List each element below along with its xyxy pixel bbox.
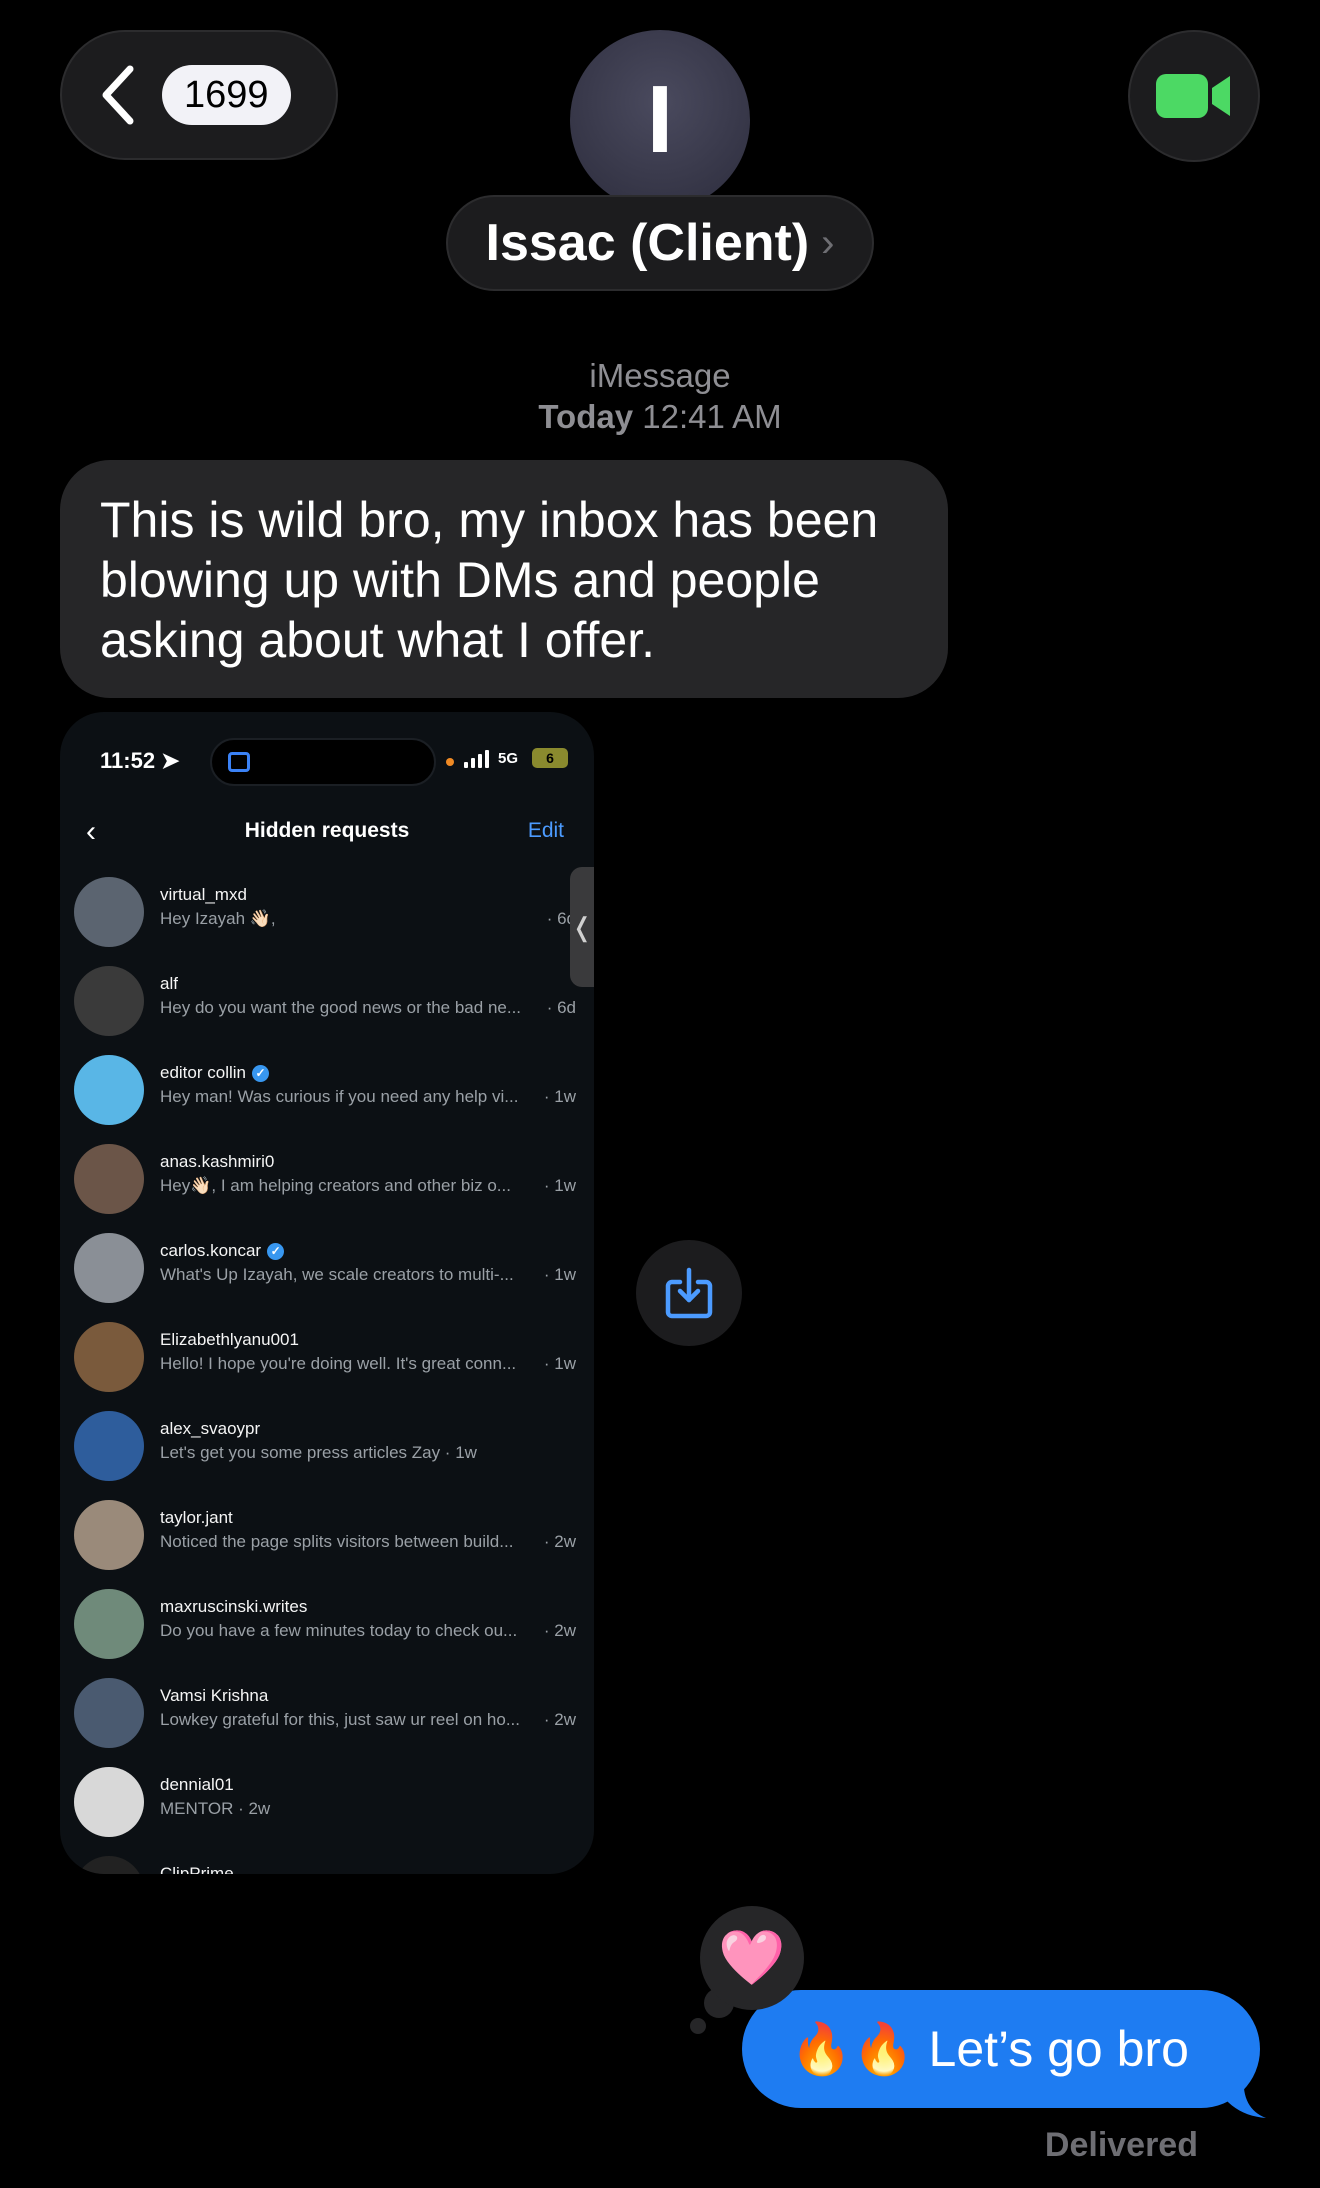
delivery-status: Delivered (1044, 2126, 1198, 2164)
bubble-tail (1210, 2072, 1266, 2118)
side-handle-icon: ❬ (570, 867, 594, 987)
incoming-message-bubble[interactable]: This is wild bro, my inbox has been blow… (60, 460, 948, 698)
request-row: Elizabethlyanu001 Hello! I hope you're do… (60, 1312, 594, 1401)
request-username: Elizabethlyanu001 (160, 1330, 299, 1349)
request-username: ClipPrime (160, 1864, 234, 1874)
request-preview: Lowkey grateful for this, just saw ur re… (160, 1710, 521, 1729)
request-time: · 1w (543, 1265, 576, 1284)
status-time: 11:52 ➤ (100, 748, 180, 773)
signal-icon (464, 750, 489, 768)
time-label: 12:41 AM (642, 398, 782, 435)
save-image-button[interactable] (636, 1240, 742, 1346)
request-avatar (74, 1144, 144, 1214)
request-row: ClipPrime (60, 1846, 594, 1874)
request-time: · 1w (543, 1354, 576, 1373)
date-label: Today (538, 398, 634, 435)
request-avatar (74, 877, 144, 947)
request-preview: Do you have a few minutes today to check… (160, 1621, 518, 1640)
request-username: alf (160, 974, 178, 993)
facetime-video-button[interactable] (1128, 30, 1260, 162)
request-username: maxruscinski.writes (160, 1597, 308, 1616)
request-preview: What's Up Izayah, we scale creators to m… (160, 1265, 514, 1284)
request-username: taylor.jant (160, 1508, 233, 1527)
request-avatar (74, 1411, 144, 1481)
battery-icon: 6 (532, 748, 568, 768)
request-preview: Hey man! Was curious if you need any hel… (160, 1087, 519, 1106)
request-row: anas.kashmiri0 Hey👋🏻, I am helping creato… (60, 1134, 594, 1223)
request-preview: Hey do you want the good news or the bad… (160, 998, 522, 1017)
requests-header: ‹ Hidden requests Edit (60, 807, 594, 857)
request-avatar (74, 1589, 144, 1659)
request-avatar (74, 966, 144, 1036)
verified-badge-icon: ✓ (267, 1242, 285, 1260)
request-row: editor collin ✓ Hey man! Was curious if yo… (60, 1045, 594, 1134)
request-preview: Hey Izayah 👋🏻, (160, 909, 276, 928)
request-avatar (74, 1233, 144, 1303)
request-avatar (74, 1678, 144, 1748)
heart-reaction[interactable]: 🩷 (700, 1906, 804, 2010)
request-time: · 2w (543, 1710, 576, 1729)
request-preview: Hey👋🏻, I am helping creators and other b… (160, 1176, 511, 1195)
request-avatar (74, 1856, 144, 1874)
heart-icon: 🩷 (718, 1927, 786, 1988)
outgoing-message-text: Let’s go bro (928, 2021, 1189, 2077)
reaction-tail-small (690, 2018, 706, 2034)
request-time: · 1w (543, 1176, 576, 1195)
request-username: alex_svaoypr (160, 1419, 261, 1438)
request-avatar (74, 1055, 144, 1125)
request-username: Vamsi Krishna (160, 1686, 269, 1705)
request-username: carlos.koncar ✓ (160, 1241, 285, 1261)
request-row: alf Hey do you want the good news or the … (60, 956, 594, 1045)
edit-link: Edit (527, 819, 564, 842)
requests-list: virtual_mxd Hey Izayah 👋🏻, · 6d alf Hey do y… (60, 867, 594, 1874)
video-camera-icon (1156, 74, 1230, 118)
timestamp: Today 12:41 AM (0, 398, 1320, 436)
request-username: dennial01 (160, 1775, 234, 1794)
request-avatar (74, 1322, 144, 1392)
request-preview: Noticed the page splits visitors between… (160, 1532, 514, 1551)
request-time: · 2w (543, 1621, 576, 1640)
request-row: carlos.koncar ✓ What's Up Izayah, we scale… (60, 1223, 594, 1312)
request-preview: Let's get you some press articles Zay · … (160, 1443, 477, 1462)
request-username: anas.kashmiri0 (160, 1152, 275, 1171)
dynamic-island (210, 738, 436, 786)
download-icon (665, 1267, 713, 1319)
request-username: editor collin ✓ (160, 1063, 269, 1083)
status-bar: 11:52 ➤ 5G 6 (60, 734, 594, 786)
chevron-right-icon: › (821, 220, 835, 265)
back-button[interactable]: 1699 (60, 30, 338, 160)
request-row: taylor.jant Noticed the page splits visit… (60, 1490, 594, 1579)
requests-title: Hidden requests (244, 819, 410, 842)
outgoing-message-bubble[interactable]: 🔥🔥 Let’s go bro (742, 1990, 1260, 2108)
chevron-left-icon (102, 65, 134, 125)
request-row: virtual_mxd Hey Izayah 👋🏻, · 6d (60, 867, 594, 956)
request-preview: MENTOR · 2w (160, 1799, 271, 1818)
image-attachment[interactable]: 11:52 ➤ 5G 6 ‹ Hidden requests Edit virt… (60, 712, 594, 1874)
request-username: virtual_mxd (160, 885, 247, 904)
request-avatar (74, 1767, 144, 1837)
request-row: alex_svaoypr Let's get you some press art… (60, 1401, 594, 1490)
request-time: · 1w (543, 1087, 576, 1106)
verified-badge-icon: ✓ (252, 1064, 269, 1082)
request-preview: Hello! I hope you're doing well. It's gr… (160, 1354, 517, 1373)
request-row: maxruscinski.writes Do you have a few min… (60, 1579, 594, 1668)
network-label: 5G (498, 750, 519, 767)
request-time: · 2w (543, 1532, 576, 1551)
recording-dot-icon (446, 758, 454, 766)
window-icon (228, 752, 250, 772)
unread-count-badge: 1699 (162, 65, 291, 125)
request-avatar (74, 1500, 144, 1570)
fire-emoji: 🔥🔥 (790, 2020, 915, 2077)
contact-avatar[interactable]: I (570, 30, 750, 210)
request-row: dennial01 MENTOR · 2w (60, 1757, 594, 1846)
request-time: · 6d (546, 998, 576, 1017)
contact-name: Issac (Client) (485, 214, 810, 272)
incoming-message-text: This is wild bro, my inbox has been blow… (100, 492, 879, 668)
request-row: Vamsi Krishna Lowkey grateful for this, j… (60, 1668, 594, 1757)
service-label: iMessage (589, 357, 731, 394)
contact-name-button[interactable]: Issac (Client) › (446, 195, 874, 291)
avatar-initial: I (646, 66, 674, 173)
